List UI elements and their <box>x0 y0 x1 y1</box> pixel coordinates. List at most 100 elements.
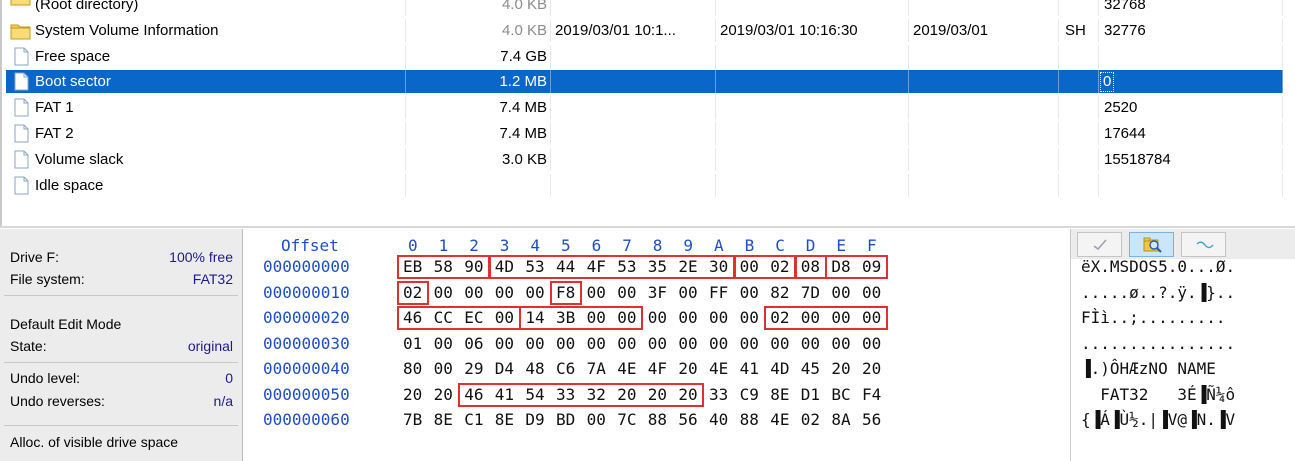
text-row[interactable]: {▐Á▐Ù½.|▐V@▐N.▐V <box>1081 410 1235 429</box>
hex-byte[interactable]: 40 <box>709 410 728 429</box>
hex-byte[interactable]: C6 <box>556 359 575 378</box>
hex-byte[interactable]: 56 <box>678 410 697 429</box>
hex-byte[interactable]: 00 <box>434 283 453 302</box>
hex-byte[interactable]: 7A <box>587 359 606 378</box>
hex-byte[interactable]: BC <box>831 385 850 404</box>
hex-byte[interactable]: D4 <box>495 359 514 378</box>
file-list-row[interactable]: Free space 7.4 GB <box>6 44 1283 68</box>
hex-byte[interactable]: FF <box>709 283 728 302</box>
highlight-box <box>733 255 797 279</box>
text-row[interactable]: ▐.)ÔHÆzNO NAME <box>1081 359 1235 378</box>
hex-byte[interactable]: 7C <box>617 410 636 429</box>
hex-byte[interactable]: 4E <box>709 359 728 378</box>
hex-byte[interactable]: 00 <box>862 283 881 302</box>
hex-byte[interactable]: 41 <box>740 359 759 378</box>
hex-byte[interactable]: BD <box>556 410 575 429</box>
file-list-row[interactable]: Volume slack 3.0 KB 15518784 <box>6 147 1283 171</box>
hex-byte[interactable]: 00 <box>495 283 514 302</box>
hex-byte[interactable]: 00 <box>464 283 483 302</box>
hex-byte[interactable]: 02 <box>801 410 820 429</box>
hex-byte[interactable]: 4F <box>648 359 667 378</box>
hex-byte[interactable]: 00 <box>525 334 544 353</box>
hex-byte[interactable]: 3F <box>648 283 667 302</box>
hex-byte[interactable]: 00 <box>495 334 514 353</box>
offset-cell: 000000000 <box>263 257 350 276</box>
hex-editor[interactable]: Offset 0123456789ABCDEF 000000000 EB 58 90 4… <box>242 229 1072 461</box>
hex-byte[interactable]: 20 <box>862 359 881 378</box>
hex-byte[interactable]: 45 <box>801 359 820 378</box>
search-folder-icon <box>1143 237 1162 253</box>
text-row[interactable]: FAT32 3É▐Ñ¼ô <box>1081 385 1235 404</box>
search-button[interactable] <box>1129 232 1174 257</box>
hex-byte[interactable]: 33 <box>709 385 728 404</box>
column-header: 5 <box>561 236 571 255</box>
text-row[interactable]: FÌì..;......... <box>1081 308 1226 327</box>
hex-byte[interactable]: 00 <box>709 308 728 327</box>
hex-byte[interactable]: 00 <box>556 334 575 353</box>
hex-byte[interactable]: 82 <box>770 283 789 302</box>
hex-byte[interactable]: 00 <box>770 334 789 353</box>
hex-byte[interactable]: 00 <box>831 283 850 302</box>
file-list-row[interactable]: FAT 2 7.4 MB 17644 <box>6 122 1283 145</box>
hex-byte[interactable]: 8E <box>495 410 514 429</box>
text-row[interactable]: .....ø..?.ÿ.▐}.. <box>1081 283 1235 302</box>
hex-byte[interactable]: 20 <box>434 385 453 404</box>
hex-byte[interactable]: 56 <box>862 410 881 429</box>
hex-byte[interactable]: 8E <box>434 410 453 429</box>
hex-byte[interactable]: 00 <box>801 334 820 353</box>
check-button[interactable] <box>1077 232 1122 257</box>
hex-byte[interactable]: 7B <box>403 410 422 429</box>
hex-byte[interactable]: D9 <box>525 410 544 429</box>
text-row[interactable]: ................ <box>1081 334 1235 353</box>
text-row[interactable]: ëX.MSDOS5.0...Ø. <box>1081 257 1235 276</box>
name-cell: (Root directory) <box>6 0 406 16</box>
file-list-row[interactable]: (Root directory) 4.0 KB 32768 <box>6 0 1283 16</box>
hex-byte[interactable]: 20 <box>678 359 697 378</box>
hex-byte[interactable]: 00 <box>525 283 544 302</box>
hex-byte[interactable]: 00 <box>434 334 453 353</box>
hex-byte[interactable]: 00 <box>648 308 667 327</box>
hex-byte[interactable]: 20 <box>831 359 850 378</box>
hex-byte[interactable]: 00 <box>617 334 636 353</box>
hex-byte[interactable]: 88 <box>740 410 759 429</box>
hex-byte[interactable]: 00 <box>740 283 759 302</box>
file-list-row[interactable]: Idle space <box>6 173 1283 197</box>
text-pane[interactable]: ëX.MSDOS5.0...Ø. .....ø..?.ÿ.▐}.. FÌì..;..… <box>1070 229 1295 461</box>
hex-byte[interactable]: 00 <box>740 334 759 353</box>
hex-byte[interactable]: 00 <box>709 334 728 353</box>
hex-byte[interactable]: 00 <box>648 334 667 353</box>
hex-byte[interactable]: 00 <box>831 334 850 353</box>
hex-byte[interactable]: 00 <box>740 308 759 327</box>
wave-button[interactable] <box>1181 232 1226 257</box>
hex-byte[interactable]: 00 <box>434 359 453 378</box>
hex-byte[interactable]: 20 <box>403 385 422 404</box>
hex-byte[interactable]: F4 <box>862 385 881 404</box>
hex-byte[interactable]: 00 <box>678 308 697 327</box>
hex-byte[interactable]: 4D <box>770 359 789 378</box>
column-header: 4 <box>530 236 541 255</box>
hex-byte[interactable]: 00 <box>587 283 606 302</box>
hex-byte[interactable]: 80 <box>403 359 422 378</box>
hex-byte[interactable]: 48 <box>525 359 544 378</box>
hex-byte[interactable]: 8A <box>831 410 850 429</box>
hex-byte[interactable]: 8E <box>770 385 789 404</box>
hex-byte[interactable]: 00 <box>678 334 697 353</box>
hex-byte[interactable]: C1 <box>464 410 483 429</box>
file-list-row[interactable]: Boot sector 1.2 MB 0 <box>6 70 1283 94</box>
hex-byte[interactable]: C9 <box>740 385 759 404</box>
hex-byte[interactable]: 06 <box>464 334 483 353</box>
file-list-row[interactable]: System Volume Information 4.0 KB 2019/03/0… <box>6 18 1283 42</box>
hex-byte[interactable]: 88 <box>648 410 667 429</box>
hex-byte[interactable]: 7D <box>801 283 820 302</box>
hex-byte[interactable]: 29 <box>464 359 483 378</box>
hex-byte[interactable]: 00 <box>587 410 606 429</box>
hex-byte[interactable]: 00 <box>617 283 636 302</box>
hex-byte[interactable]: 00 <box>587 334 606 353</box>
hex-byte[interactable]: 4E <box>770 410 789 429</box>
hex-byte[interactable]: 00 <box>678 283 697 302</box>
hex-byte[interactable]: 4E <box>617 359 636 378</box>
hex-byte[interactable]: 00 <box>862 334 881 353</box>
file-list-row[interactable]: FAT 1 7.4 MB 2520 <box>6 96 1283 120</box>
hex-byte[interactable]: D1 <box>801 385 820 404</box>
hex-byte[interactable]: 01 <box>403 334 422 353</box>
